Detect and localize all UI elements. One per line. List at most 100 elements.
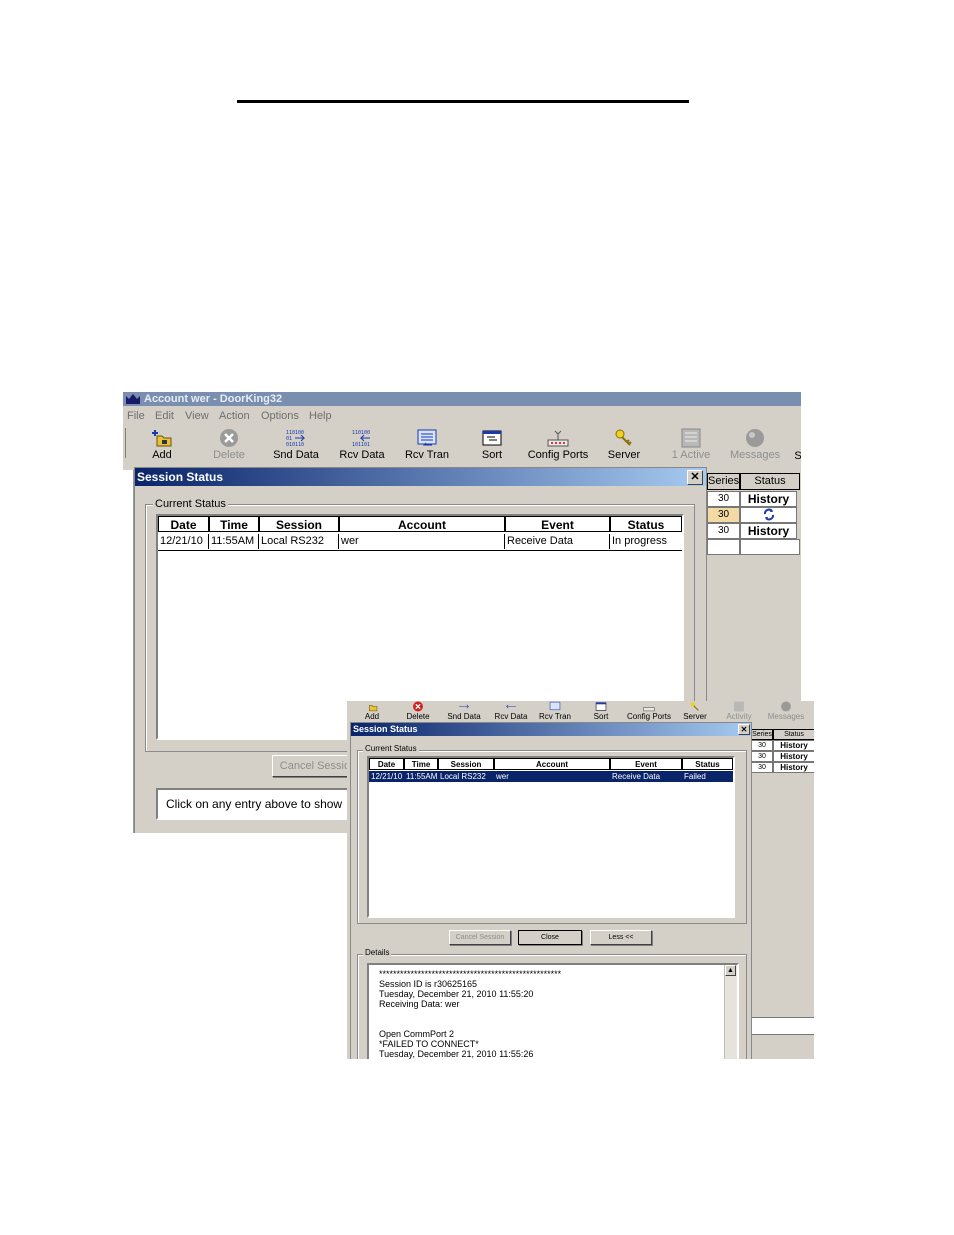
sort-icon	[482, 430, 502, 446]
bg-series-cell: 30	[707, 523, 740, 539]
send-data-icon: 110100 01 010110	[286, 430, 306, 448]
bg-status-header: Status	[773, 729, 814, 740]
delete-icon	[220, 429, 238, 447]
details-log[interactable]: ****************************************…	[367, 963, 739, 1059]
dialog-title-bar[interactable]: Session Status ✕	[135, 468, 706, 486]
svg-text:110100: 110100	[352, 430, 370, 436]
toolbar-rcv-data-button[interactable]: 110100 101101 Rcv Data	[337, 428, 387, 461]
close-icon[interactable]: ✕	[738, 724, 750, 735]
toolbar-sort-button[interactable]: Sort	[591, 701, 611, 721]
toolbar-server-label: Server	[607, 449, 641, 461]
toolbar-active-button[interactable]: 1 Active	[669, 428, 713, 461]
toolbar-add-button[interactable]: Add	[147, 428, 177, 461]
dialog-title: Session Status	[137, 470, 224, 484]
log-line: *FAILED TO CONNECT*	[379, 1039, 479, 1049]
send-data-icon	[459, 704, 470, 709]
toolbar-rcv-tran-button[interactable]: Rcv Tran	[403, 428, 451, 461]
close-icon[interactable]: ✕	[687, 470, 703, 485]
column-header-account[interactable]: Account	[339, 516, 505, 532]
column-header-account[interactable]: Account	[494, 758, 610, 770]
toolbar-config-ports-button[interactable]: Config Ports	[626, 701, 672, 721]
column-header-status[interactable]: Status	[682, 758, 733, 770]
toolbar-sort-button[interactable]: Sort	[475, 428, 509, 461]
menu-view[interactable]: View	[185, 410, 209, 422]
column-header-date[interactable]: Date	[369, 758, 404, 770]
bg-series-cell: 30	[707, 491, 740, 507]
toolbar-snd-data-button[interactable]: Snd Data	[447, 701, 481, 721]
toolbar-config-ports-button[interactable]: Config Ports	[526, 428, 590, 461]
column-header-session[interactable]: Session	[438, 758, 494, 770]
cell-account: wer	[496, 772, 509, 781]
cancel-session-button[interactable]: Cancel Session	[449, 930, 511, 945]
sort-icon	[595, 702, 607, 711]
bg-history-button[interactable]: History	[740, 491, 797, 507]
bg-history-button[interactable]: History	[740, 523, 797, 539]
toolbar-delete-button[interactable]: Delete	[405, 701, 431, 721]
cell-session: Local RS232	[259, 534, 339, 549]
bg-history-button[interactable]: History	[773, 762, 814, 773]
add-folder-icon	[152, 430, 172, 447]
receive-data-icon	[505, 704, 516, 709]
bg-history-button[interactable]: History	[773, 740, 814, 751]
toolbar-delete-button[interactable]: Delete	[209, 428, 249, 461]
messages-icon	[781, 701, 791, 712]
server-key-icon	[690, 702, 699, 711]
table-row-selected[interactable]: 12/21/10 11:55AM Local RS232 wer Receive…	[369, 771, 733, 782]
scroll-up-icon[interactable]: ▲	[725, 965, 736, 976]
session-list[interactable]: Date Time Session Account Event Status 1…	[367, 756, 735, 918]
bg-series-cell: 30	[751, 740, 773, 751]
toolbar-server-button[interactable]: Server	[681, 701, 709, 721]
config-ports-icon	[643, 707, 655, 712]
column-header-session[interactable]: Session	[259, 516, 339, 532]
add-folder-icon	[368, 705, 378, 712]
less-button[interactable]: Less <<	[590, 930, 652, 945]
main-title-bar[interactable]: Account wer - DoorKing32	[123, 392, 801, 406]
toolbar-rcv-tran-button[interactable]: Rcv Tran	[538, 701, 572, 721]
toolbar-snd-data-button[interactable]: 110100 01 010110 Snd Data	[271, 428, 321, 461]
column-header-time[interactable]: Time	[404, 758, 438, 770]
current-status-label: Current Status	[153, 498, 228, 510]
details-scrollbar[interactable]: ▲	[724, 965, 737, 1059]
toolbar-delete-label: Delete	[406, 712, 430, 721]
toolbar-delete-label: Delete	[213, 449, 245, 461]
toolbar-add-button[interactable]: Add	[361, 701, 383, 721]
log-line: ****************************************…	[379, 969, 562, 979]
cell-event: Receive Data	[505, 534, 610, 549]
column-header-event[interactable]: Event	[505, 516, 610, 532]
menu-bar: File Edit View Action Options Help	[123, 407, 801, 425]
toolbar-snd-data-label: Snd Data	[273, 449, 319, 461]
server-key-icon	[615, 429, 632, 446]
column-header-time[interactable]: Time	[209, 516, 259, 532]
toolbar-messages-button[interactable]: Messages	[730, 428, 780, 461]
delete-icon	[413, 701, 423, 712]
bg-series-cell: 30	[751, 751, 773, 762]
toolbar-activity-button[interactable]: Activity	[725, 701, 753, 721]
column-header-event[interactable]: Event	[610, 758, 682, 770]
log-line: Tuesday, December 21, 2010 11:55:20	[379, 989, 534, 999]
toolbar-messages-button[interactable]: Messages	[767, 701, 805, 721]
log-line: Tuesday, December 21, 2010 11:55:26	[379, 1049, 534, 1059]
dialog-title-bar[interactable]: Session Status ✕	[351, 723, 751, 736]
toolbar-sort-label: Sort	[481, 449, 503, 461]
toolbar-rcv-data-label: Rcv Data	[494, 712, 528, 721]
menu-action[interactable]: Action	[219, 410, 250, 422]
bg-history-button[interactable]: History	[773, 751, 814, 762]
column-header-status[interactable]: Status	[610, 516, 682, 532]
log-line: Session ID is r30625165	[379, 979, 478, 989]
cell-status: Failed	[684, 772, 706, 781]
menu-help[interactable]: Help	[309, 410, 332, 422]
cell-date: 12/21/10	[371, 772, 403, 781]
menu-file[interactable]: File	[127, 410, 145, 422]
toolbar-overflow-button[interactable]: S	[793, 449, 801, 462]
toolbar-rcv-data-button[interactable]: Rcv Data	[494, 701, 528, 721]
column-header-date[interactable]: Date	[158, 516, 209, 532]
main-window-title: Account wer - DoorKing32	[144, 393, 283, 405]
bg-series-cell-active: 30	[707, 507, 740, 523]
menu-options[interactable]: Options	[261, 410, 299, 422]
toolbar-server-button[interactable]: Server	[605, 428, 643, 461]
log-line: Receiving Data: wer	[379, 999, 460, 1009]
cell-status: In progress	[612, 535, 668, 547]
menu-edit[interactable]: Edit	[155, 410, 174, 422]
close-button[interactable]: Close	[518, 930, 582, 945]
